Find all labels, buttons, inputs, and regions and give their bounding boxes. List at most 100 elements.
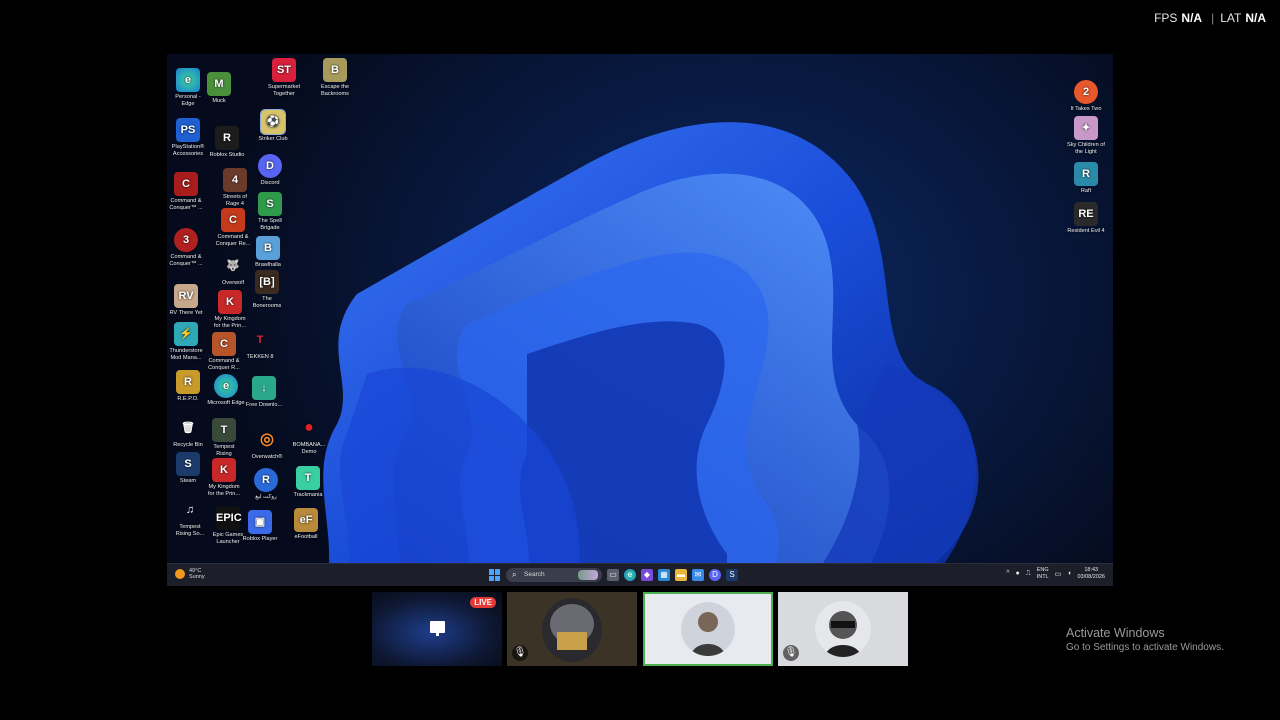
- desktop-icon-roblox-studio[interactable]: R Roblox Studio: [208, 126, 246, 159]
- volume-icon[interactable]: ◖: [1067, 570, 1071, 577]
- desktop-icon-roblox-player[interactable]: ▣ Roblox Player: [241, 510, 279, 543]
- edge-icon: e: [176, 68, 200, 92]
- participant-tile-3-speaking[interactable]: [643, 592, 773, 666]
- weather-condition: Sunny: [189, 574, 205, 580]
- desktop-icon-my-kingdom-1[interactable]: K My Kingdom for the Prin...: [211, 290, 249, 329]
- edge-taskbar-icon[interactable]: e: [624, 569, 636, 581]
- store-icon[interactable]: ▦: [658, 569, 670, 581]
- display-icon[interactable]: ▭: [1055, 570, 1062, 578]
- desktop-icon-supermarket[interactable]: ST Supermarket Together: [265, 58, 303, 97]
- desktop-icon-label: Escape the Backrooms: [321, 84, 349, 97]
- desktop-icon-tekken[interactable]: T TEKKEN 8: [241, 328, 279, 361]
- avatar: [815, 601, 871, 657]
- desktop-icon-muck[interactable]: M Muck: [200, 72, 238, 105]
- start-button[interactable]: [489, 569, 501, 581]
- it-takes-two-icon: 2: [1074, 80, 1098, 104]
- desktop-icon-it-takes-two[interactable]: 2 It Takes Two: [1067, 80, 1105, 113]
- fps-value: N/A: [1181, 11, 1203, 25]
- epic-games-icon: EPIC: [216, 506, 242, 530]
- participant-tile-2[interactable]: 🎙: [507, 592, 637, 666]
- desktop-icon-brawlhalla[interactable]: B Brawlhalla: [249, 236, 287, 269]
- desktop-icon-sky[interactable]: ✦ Sky Children of the Light: [1067, 116, 1105, 155]
- desktop-icon-label: Resident Evil 4: [1067, 228, 1105, 234]
- mail-icon[interactable]: ✉: [692, 569, 704, 581]
- desktop-icon-label: Tempest Rising So...: [175, 524, 205, 537]
- weather-widget[interactable]: 49°C Sunny: [175, 568, 205, 580]
- desktop-icon-free-download[interactable]: ↓ Free Downlo...: [245, 376, 283, 409]
- desktop-icon-label: Trackmania: [293, 492, 323, 498]
- desktop-icon-overwolf[interactable]: 🐺 Overwolf: [214, 254, 252, 287]
- desktop-icon-label: Recycle Bin: [173, 442, 203, 448]
- desktop-icon-resident-evil[interactable]: RE Resident Evil 4: [1067, 202, 1105, 235]
- fps-label: FPS: [1154, 11, 1178, 25]
- desktop-icon-raft[interactable]: R Raft: [1067, 162, 1105, 195]
- playstation-icon: PS: [176, 118, 200, 142]
- desktop-icon-label: RV There Yet: [169, 310, 203, 316]
- language-indicator[interactable]: ENG INTL: [1037, 567, 1049, 580]
- task-view-icon[interactable]: ▭: [607, 569, 619, 581]
- desktop-icon-tempest-rising-2[interactable]: ♫ Tempest Rising So...: [171, 498, 209, 537]
- resident-evil-icon: RE: [1074, 202, 1098, 226]
- rv-there-yet-icon: RV: [174, 284, 198, 308]
- discord-taskbar-icon[interactable]: D: [709, 569, 721, 581]
- screen-share-icon: [430, 621, 445, 636]
- participant-tile-screenshare[interactable]: LIVE: [372, 592, 502, 666]
- roblox-player-icon: ▣: [248, 510, 272, 534]
- participant-tile-4[interactable]: 🎙: [778, 592, 908, 666]
- striker-club-icon: ⚽: [260, 109, 286, 135]
- desktop-icon-streets-of-rage[interactable]: 4 Streets of Rage 4: [216, 168, 254, 207]
- taskbar-clock[interactable]: 18:43 03/08/2026: [1077, 567, 1105, 580]
- usb-icon[interactable]: ⎍: [1026, 570, 1031, 578]
- backrooms-icon: B: [323, 58, 347, 82]
- copilot-icon[interactable]: ◆: [641, 569, 653, 581]
- desktop-icon-rocket-league[interactable]: R روكت ليغ: [247, 468, 285, 501]
- desktop-icon-label: Streets of Rage 4: [223, 194, 247, 207]
- desktop-icon-cnc-r[interactable]: C Command & Conquer R...: [205, 332, 243, 371]
- desktop-icon-tempest-rising-1[interactable]: T Tempest Rising: [205, 418, 243, 457]
- desktop-icon-cnc-1[interactable]: C Command & Conquer™ ...: [167, 172, 205, 211]
- discord-icon: D: [258, 154, 282, 178]
- steam-taskbar-icon[interactable]: S: [726, 569, 738, 581]
- desktop-icon-ps-accessories[interactable]: PS PlayStation® Accessories: [169, 118, 207, 157]
- desktop-icon-recycle-bin[interactable]: 🗑 Recycle Bin: [169, 416, 207, 449]
- desktop-icon-my-kingdom-2[interactable]: K My Kingdom for the Prin...: [205, 458, 243, 497]
- steam-icon: S: [176, 452, 200, 476]
- system-tray: ^ ● ⎍ ENG INTL ▭ ◖ 18:43 03/08/2026: [1006, 567, 1105, 580]
- desktop-icon-spell-brigade[interactable]: S The Spell Brigade: [251, 192, 289, 231]
- repo-icon: R: [176, 370, 200, 394]
- desktop-icon-label: Roblox Player: [242, 536, 278, 542]
- desktop-icon-escape-backrooms[interactable]: B Escape the Backrooms: [316, 58, 354, 97]
- desktop-icon-bonerooms[interactable]: [B] The Bonerooms: [248, 270, 286, 309]
- desktop-icon-discord[interactable]: D Discord: [251, 154, 289, 187]
- desktop-icon-label: Raft: [1080, 188, 1092, 194]
- overwolf-icon: 🐺: [226, 260, 240, 272]
- sky-icon: ✦: [1074, 116, 1098, 140]
- language-code: ENG: [1036, 567, 1049, 573]
- keyboard-layout: INTL: [1036, 573, 1049, 580]
- desktop-icon-repo[interactable]: R R.E.P.O.: [169, 370, 207, 403]
- microphone-muted-icon: 🎙: [512, 645, 528, 661]
- desktop-icon-thunderstore[interactable]: ⚡ Thunderstore Mod Mana...: [167, 322, 205, 361]
- rocket-league-icon: R: [254, 468, 278, 492]
- file-explorer-icon[interactable]: ▬: [675, 569, 687, 581]
- tekken-icon: T: [256, 334, 264, 346]
- desktop-icon-overwatch[interactable]: ◎ Overwatch®: [248, 428, 286, 461]
- desktop-icon-label: The Bonerooms: [252, 296, 282, 309]
- desktop-icon-label: Free Downlo...: [245, 402, 283, 408]
- chevron-up-icon[interactable]: ^: [1006, 570, 1009, 577]
- clock-date: 03/08/2026: [1077, 573, 1105, 580]
- desktop-icon-label: R.E.P.O.: [177, 396, 199, 402]
- recycle-bin-icon: 🗑: [181, 422, 195, 434]
- shared-screen[interactable]: e Personal - Edge M Muck ST Supermarket Tog…: [167, 54, 1113, 586]
- desktop-icon-microsoft-edge[interactable]: e Microsoft Edge: [207, 374, 245, 407]
- desktop-icon-cnc-2[interactable]: 3 Command & Conquer™ ...: [167, 228, 205, 267]
- network-app-icon[interactable]: ●: [1016, 570, 1020, 577]
- desktop-icon-striker-club[interactable]: ⚽ Striker Club: [254, 109, 292, 143]
- desktop-icon-rv-there-yet[interactable]: RV RV There Yet: [167, 284, 205, 317]
- desktop-icon-bombana[interactable]: ● BOMBANA... Demo: [290, 416, 328, 455]
- taskbar-search[interactable]: ⌕ Search: [506, 568, 602, 582]
- desktop-icon-steam[interactable]: S Steam: [169, 452, 207, 485]
- desktop-icon-trackmania[interactable]: T Trackmania: [289, 466, 327, 499]
- desktop-icon-efootball[interactable]: eF eFootball: [287, 508, 325, 541]
- desktop-icon-cnc-remastered[interactable]: C Command & Conquer Re...: [214, 208, 252, 247]
